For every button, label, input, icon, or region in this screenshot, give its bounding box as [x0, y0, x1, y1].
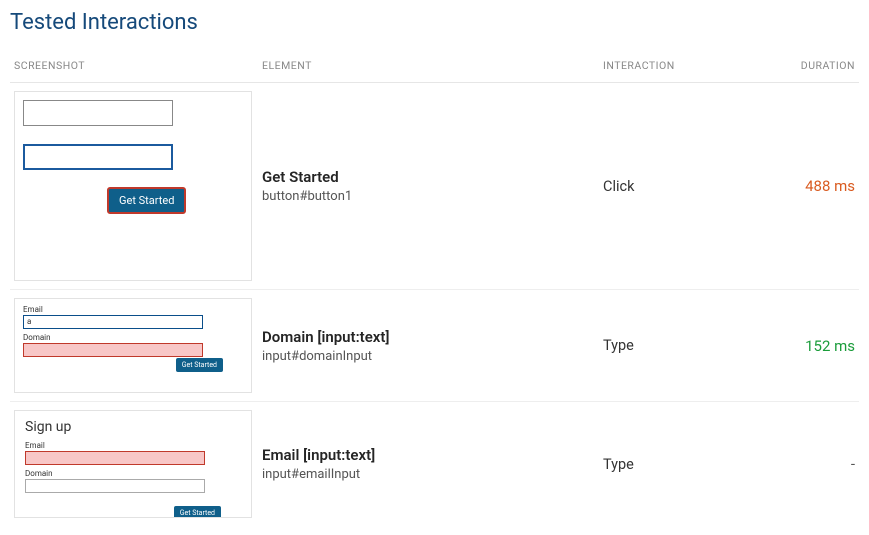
text-input-focused — [23, 144, 173, 170]
signup-title-thumb: Sign up — [25, 419, 241, 435]
interactions-table: SCREENSHOT ELEMENT INTERACTION DURATION … — [10, 53, 859, 526]
get-started-button-thumb: Get Started — [176, 358, 223, 372]
element-name: Get Started — [262, 168, 595, 186]
col-interaction: INTERACTION — [599, 53, 749, 83]
screenshot-thumb[interactable]: Sign up Email Domain Get Started — [14, 410, 252, 518]
interaction-type: Type — [603, 456, 745, 473]
element-selector: input#emailInput — [262, 467, 595, 482]
domain-label-thumb: Domain — [23, 333, 243, 342]
col-element: ELEMENT — [258, 53, 599, 83]
domain-label-thumb: Domain — [25, 469, 241, 478]
email-input-thumb: a — [23, 315, 203, 329]
screenshot-thumb[interactable]: Email a Domain Get Started — [14, 298, 252, 393]
col-screenshot: SCREENSHOT — [10, 53, 258, 83]
domain-input-thumb — [25, 479, 205, 493]
email-label-thumb: Email — [23, 305, 243, 314]
interaction-type: Click — [603, 178, 745, 195]
duration-value: 152 ms — [805, 337, 855, 355]
email-input-thumb — [25, 451, 205, 465]
interaction-type: Type — [603, 337, 745, 354]
get-started-button-thumb: Get Started — [174, 506, 221, 518]
col-duration: DURATION — [749, 53, 859, 83]
email-label-thumb: Email — [25, 441, 241, 450]
text-input-plain — [23, 100, 173, 126]
page-title: Tested Interactions — [10, 10, 859, 35]
element-selector: button#button1 — [262, 189, 595, 204]
element-name: Email [input:text] — [262, 446, 595, 464]
domain-input-thumb — [23, 343, 203, 357]
screenshot-thumb[interactable]: Get Started — [14, 91, 252, 281]
duration-value: - — [851, 455, 855, 473]
element-selector: input#domainInput — [262, 349, 595, 364]
get-started-button-thumb: Get Started — [107, 187, 186, 214]
element-name: Domain [input:text] — [262, 328, 595, 346]
duration-value: 488 ms — [805, 177, 855, 195]
